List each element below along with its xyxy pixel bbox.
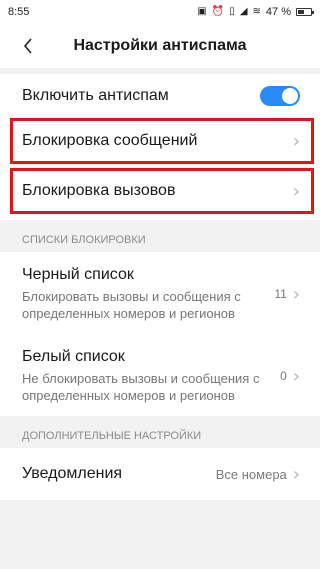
whitelist-right: 0 › [280, 366, 300, 387]
chevron-right-icon: › [292, 283, 300, 305]
notifications-label: Уведомления [22, 465, 123, 482]
block-messages-row[interactable]: Блокировка сообщений › [10, 118, 314, 164]
sim-icon: ▯ [229, 6, 235, 17]
whitelist-text: Белый список Не блокировать вызовы и соо… [22, 348, 274, 404]
block-messages-wrap: Блокировка сообщений › [0, 118, 320, 164]
signal-icon: ◢ [239, 6, 248, 17]
blacklist-desc: Блокировать вызовы и сообщения с определ… [22, 289, 241, 321]
whitelist-desc: Не блокировать вызовы и сообщения с опре… [22, 371, 260, 403]
battery-level [298, 10, 304, 14]
block-calls-row[interactable]: Блокировка вызовов › [10, 168, 314, 214]
chevron-left-icon [23, 38, 32, 54]
status-bar: 8:55 ▣ ⏰ ▯ ◢ ≋ 47 % [0, 0, 320, 24]
block-calls-wrap: Блокировка вызовов › [0, 164, 320, 220]
chevron-right-icon: › [292, 463, 300, 485]
header: Настройки антиспама [0, 24, 320, 68]
whitelist-count: 0 [280, 369, 287, 383]
block-lists-header: СПИСКИ БЛОКИРОВКИ [0, 220, 320, 252]
notifications-row[interactable]: Уведомления Все номера › [0, 448, 320, 500]
enable-antispam-label: Включить антиспам [22, 87, 169, 104]
status-icons: ▣ ⏰ ▯ ◢ ≋ 47 % [197, 6, 314, 18]
wifi-icon: ≋ [252, 6, 261, 17]
battery-percent: 47 % [265, 6, 291, 18]
toggle-knob [282, 88, 298, 104]
blacklist-title: Черный список [22, 266, 134, 283]
back-button[interactable] [10, 24, 46, 68]
blacklist-row[interactable]: Черный список Блокировать вызовы и сообщ… [0, 252, 320, 334]
chevron-right-icon: › [292, 130, 300, 152]
blacklist-text: Черный список Блокировать вызовы и сообщ… [22, 266, 268, 322]
main-settings: Включить антиспам Блокировка сообщений ›… [0, 74, 320, 220]
whitelist-title: Белый список [22, 348, 125, 365]
chevron-right-icon: › [292, 365, 300, 387]
enable-antispam-row[interactable]: Включить антиспам [0, 74, 320, 118]
blacklist-right: 11 › [274, 284, 300, 305]
notifications-value: Все номера [215, 466, 287, 482]
status-time: 8:55 [8, 6, 30, 18]
extra-settings-header: ДОПОЛНИТЕЛЬНЫЕ НАСТРОЙКИ [0, 416, 320, 448]
whitelist-row[interactable]: Белый список Не блокировать вызовы и соо… [0, 334, 320, 416]
image-icon: ▣ [197, 6, 207, 17]
battery-icon [296, 8, 314, 16]
extra-settings: Уведомления Все номера › [0, 448, 320, 500]
notifications-right: Все номера › [216, 464, 300, 485]
block-calls-label: Блокировка вызовов [22, 182, 176, 199]
block-lists: Черный список Блокировать вызовы и сообщ… [0, 252, 320, 416]
block-messages-label: Блокировка сообщений [22, 132, 198, 149]
page-title: Настройки антиспама [73, 37, 247, 54]
alarm-icon: ⏰ [211, 6, 225, 17]
blacklist-count: 11 [274, 287, 287, 301]
chevron-right-icon: › [292, 180, 300, 202]
enable-antispam-toggle[interactable] [260, 86, 300, 106]
